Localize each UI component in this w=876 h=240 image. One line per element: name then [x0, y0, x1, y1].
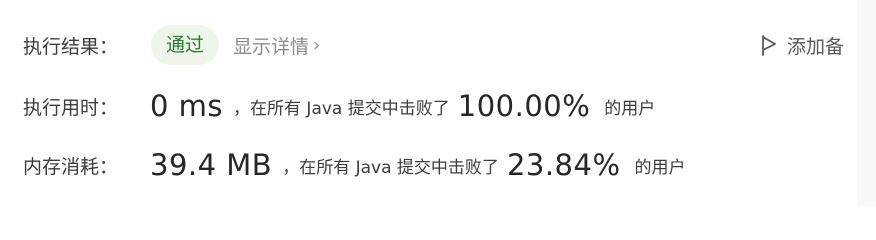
result-row: 执行结果： 通过 显示详情 ›	[23, 25, 320, 65]
flag-outline-icon	[762, 35, 776, 56]
memory-suffix: 的用户	[634, 157, 686, 178]
runtime-suffix: 的用户	[604, 98, 656, 119]
add-note-button[interactable]: 添加备	[760, 29, 857, 61]
runtime-percent: 100.00%	[457, 89, 591, 123]
add-note-label: 添加备	[787, 35, 845, 58]
memory-percent: 23.84%	[506, 148, 621, 182]
memory-value: 39.4 MB	[150, 148, 273, 182]
runtime-beat-text: ，在所有 Java 提交中击败了	[233, 98, 450, 119]
memory-label: 内存消耗：	[23, 155, 119, 178]
chevron-right-icon: ›	[313, 34, 321, 56]
show-details-link[interactable]: 显示详情 ›	[233, 32, 320, 59]
memory-beat-text: ，在所有 Java 提交中击败了	[282, 157, 499, 178]
runtime-label: 执行用时：	[23, 96, 119, 119]
result-label: 执行结果：	[23, 35, 119, 58]
side-panel-edge	[857, 0, 876, 206]
show-details-label: 显示详情	[233, 35, 310, 58]
submission-result-panel: 执行结果： 通过 显示详情 › 添加备 执行用时： 0 ms ，在所有 Java…	[0, 0, 857, 206]
runtime-row: 执行用时： 0 ms ，在所有 Java 提交中击败了 100.00% 的用户	[23, 84, 655, 128]
runtime-value: 0 ms	[150, 89, 224, 123]
status-badge: 通过	[151, 25, 220, 65]
memory-row: 内存消耗： 39.4 MB ，在所有 Java 提交中击败了 23.84% 的用…	[23, 143, 686, 187]
